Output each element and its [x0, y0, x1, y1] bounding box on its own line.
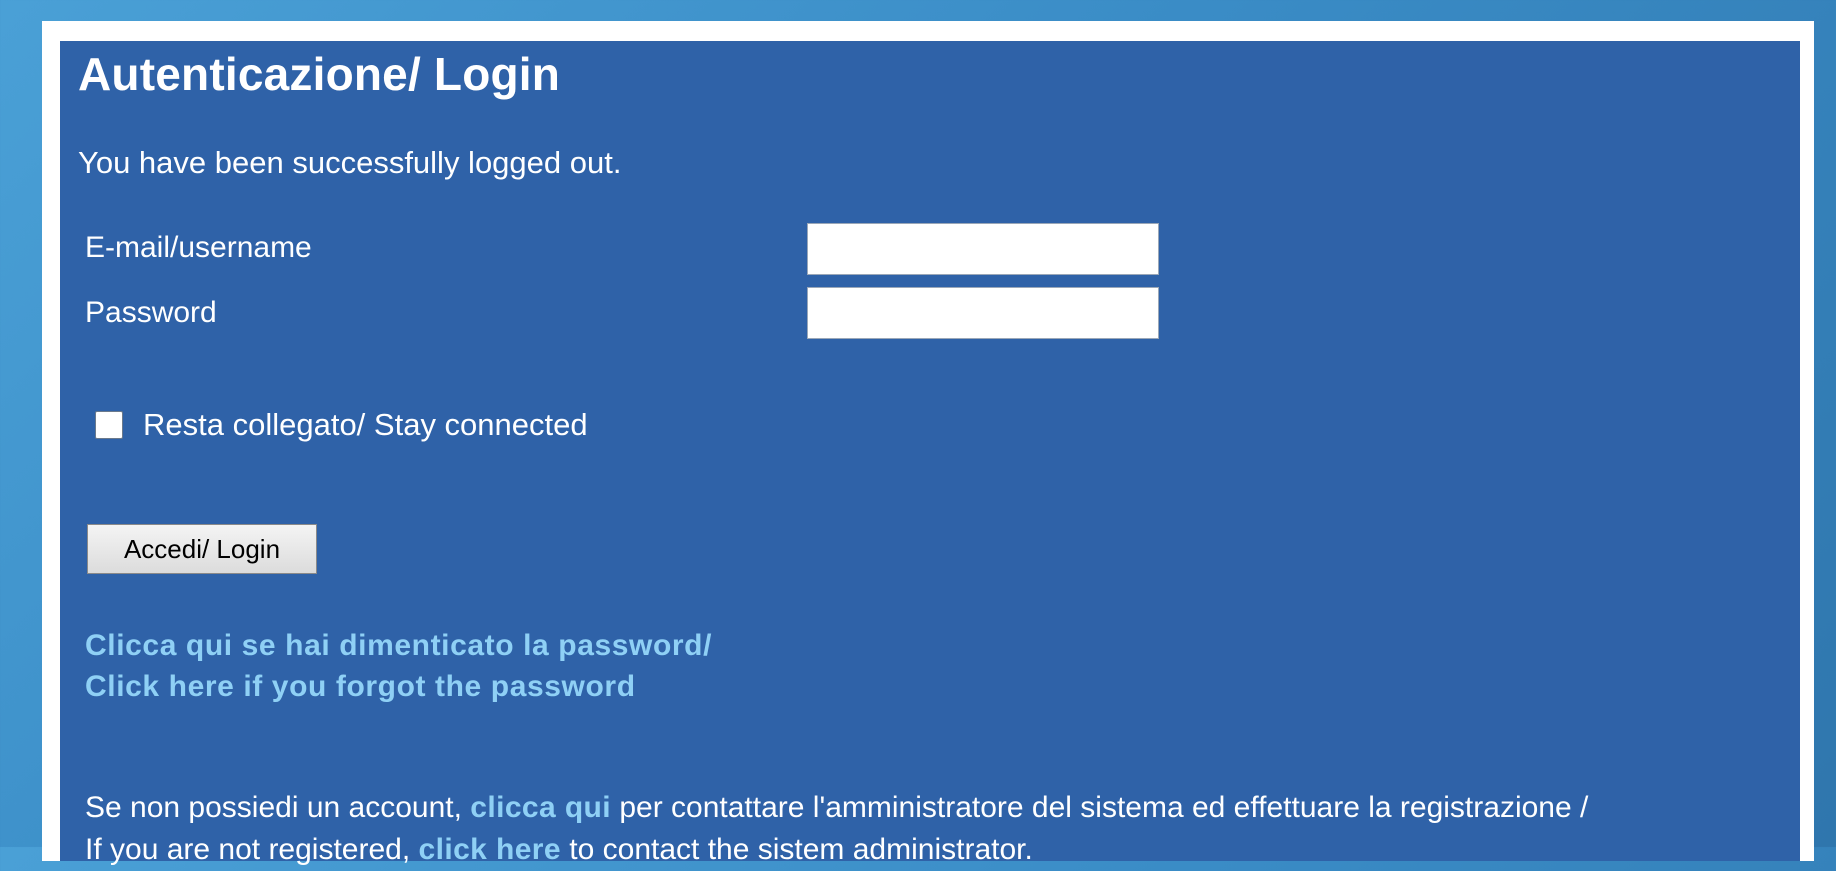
- register-it-suffix: per contattare l'amministratore del sist…: [611, 791, 1589, 824]
- stay-connected-checkbox[interactable]: [95, 411, 123, 439]
- register-line-en: If you are not registered, click here to…: [85, 829, 1805, 871]
- login-button[interactable]: Accedi/ Login: [87, 524, 317, 574]
- register-en-prefix: If you are not registered,: [85, 833, 419, 866]
- register-en-suffix: to contact the sistem administrator.: [560, 833, 1033, 866]
- password-field[interactable]: [807, 287, 1159, 339]
- password-label: Password: [85, 296, 217, 329]
- page-title: Autenticazione/ Login: [78, 48, 561, 100]
- email-label: E-mail/username: [85, 231, 312, 264]
- register-info: Se non possiedi un account, clicca qui p…: [85, 787, 1805, 871]
- register-line-it: Se non possiedi un account, clicca qui p…: [85, 787, 1805, 829]
- login-frame: Autenticazione/ Login You have been succ…: [42, 21, 1814, 866]
- register-link-en[interactable]: click here: [419, 833, 561, 866]
- login-panel: Autenticazione/ Login You have been succ…: [60, 41, 1800, 866]
- register-link-it[interactable]: clicca qui: [470, 791, 611, 824]
- stay-connected-label[interactable]: Resta collegato/ Stay connected: [143, 407, 588, 443]
- forgot-password-line-en[interactable]: Click here if you forgot the password: [85, 666, 712, 707]
- register-it-prefix: Se non possiedi un account,: [85, 791, 471, 824]
- forgot-password-line-it[interactable]: Clicca qui se hai dimenticato la passwor…: [85, 625, 712, 666]
- email-field[interactable]: [807, 223, 1159, 275]
- stay-connected-row[interactable]: Resta collegato/ Stay connected: [95, 407, 588, 443]
- forgot-password-link[interactable]: Clicca qui se hai dimenticato la passwor…: [85, 625, 712, 707]
- logout-status-message: You have been successfully logged out.: [78, 145, 622, 180]
